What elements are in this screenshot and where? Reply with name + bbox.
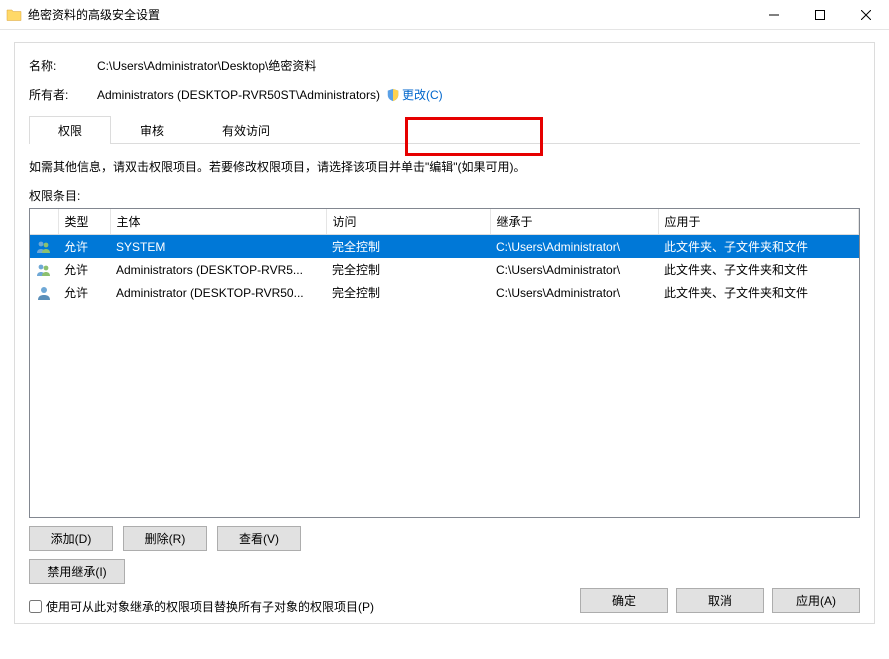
- folder-icon: [6, 7, 22, 23]
- button-row-2: 禁用继承(I): [29, 559, 860, 584]
- row-principal: Administrators (DESKTOP-RVR5...: [110, 258, 326, 281]
- window-controls: [751, 0, 889, 30]
- minimize-button[interactable]: [751, 0, 797, 30]
- tab-strip: 权限 审核 有效访问: [29, 115, 860, 144]
- col-applies[interactable]: 应用于: [658, 209, 859, 235]
- table-row[interactable]: 允许SYSTEM完全控制C:\Users\Administrator\此文件夹、…: [30, 235, 859, 259]
- col-inherited[interactable]: 继承于: [490, 209, 658, 235]
- close-button[interactable]: [843, 0, 889, 30]
- tab-auditing[interactable]: 审核: [111, 116, 193, 144]
- view-button[interactable]: 查看(V): [217, 526, 301, 551]
- row-access: 完全控制: [326, 281, 490, 304]
- name-label: 名称:: [29, 57, 97, 74]
- permissions-table: 类型 主体 访问 继承于 应用于 允许SYSTEM完全控制C:\Users\Ad…: [30, 209, 859, 304]
- button-row-1: 添加(D) 删除(R) 查看(V): [29, 526, 860, 551]
- apply-button[interactable]: 应用(A): [772, 588, 860, 613]
- row-access: 完全控制: [326, 258, 490, 281]
- owner-value: Administrators (DESKTOP-RVR50ST\Administ…: [97, 88, 380, 102]
- minimize-icon: [769, 10, 779, 20]
- replace-label[interactable]: 使用可从此对象继承的权限项目替换所有子对象的权限项目(P): [46, 598, 374, 615]
- row-icon-cell: [30, 281, 58, 304]
- cancel-button[interactable]: 取消: [676, 588, 764, 613]
- maximize-icon: [815, 10, 825, 20]
- entries-label: 权限条目:: [29, 187, 860, 204]
- row-applies: 此文件夹、子文件夹和文件: [658, 235, 859, 259]
- maximize-button[interactable]: [797, 0, 843, 30]
- ok-button[interactable]: 确定: [580, 588, 668, 613]
- col-principal[interactable]: 主体: [110, 209, 326, 235]
- replace-checkbox[interactable]: [29, 600, 42, 613]
- row-icon-cell: [30, 258, 58, 281]
- row-type: 允许: [58, 258, 110, 281]
- row-principal: Administrator (DESKTOP-RVR50...: [110, 281, 326, 304]
- table-row[interactable]: 允许Administrators (DESKTOP-RVR5...完全控制C:\…: [30, 258, 859, 281]
- dialog-footer: 确定 取消 应用(A): [580, 588, 860, 613]
- close-icon: [861, 10, 871, 20]
- change-link-text: 更改(C): [402, 86, 443, 103]
- add-button[interactable]: 添加(D): [29, 526, 113, 551]
- row-type: 允许: [58, 235, 110, 259]
- owner-row: 所有者: Administrators (DESKTOP-RVR50ST\Adm…: [29, 86, 860, 103]
- table-header-row: 类型 主体 访问 继承于 应用于: [30, 209, 859, 235]
- name-row: 名称: C:\Users\Administrator\Desktop\绝密资料: [29, 57, 860, 74]
- change-owner-link[interactable]: 更改(C): [386, 86, 443, 103]
- row-access: 完全控制: [326, 235, 490, 259]
- col-access[interactable]: 访问: [326, 209, 490, 235]
- row-type: 允许: [58, 281, 110, 304]
- row-inherited: C:\Users\Administrator\: [490, 235, 658, 259]
- row-principal: SYSTEM: [110, 235, 326, 259]
- row-applies: 此文件夹、子文件夹和文件: [658, 281, 859, 304]
- owner-label: 所有者:: [29, 86, 97, 103]
- window-title: 绝密资料的高级安全设置: [28, 6, 751, 23]
- table-row[interactable]: 允许Administrator (DESKTOP-RVR50...完全控制C:\…: [30, 281, 859, 304]
- row-icon-cell: [30, 235, 58, 259]
- col-icon[interactable]: [30, 209, 58, 235]
- permissions-table-wrap: 类型 主体 访问 继承于 应用于 允许SYSTEM完全控制C:\Users\Ad…: [29, 208, 860, 518]
- remove-button[interactable]: 删除(R): [123, 526, 207, 551]
- row-inherited: C:\Users\Administrator\: [490, 258, 658, 281]
- main-panel: 名称: C:\Users\Administrator\Desktop\绝密资料 …: [14, 42, 875, 624]
- disable-inheritance-button[interactable]: 禁用继承(I): [29, 559, 125, 584]
- name-value: C:\Users\Administrator\Desktop\绝密资料: [97, 57, 316, 74]
- row-inherited: C:\Users\Administrator\: [490, 281, 658, 304]
- row-applies: 此文件夹、子文件夹和文件: [658, 258, 859, 281]
- titlebar: 绝密资料的高级安全设置: [0, 0, 889, 30]
- tab-permissions[interactable]: 权限: [29, 116, 111, 144]
- shield-icon: [386, 88, 400, 102]
- tab-effective-access[interactable]: 有效访问: [193, 116, 299, 144]
- col-type[interactable]: 类型: [58, 209, 110, 235]
- info-text: 如需其他信息，请双击权限项目。若要修改权限项目，请选择该项目并单击"编辑"(如果…: [29, 158, 860, 175]
